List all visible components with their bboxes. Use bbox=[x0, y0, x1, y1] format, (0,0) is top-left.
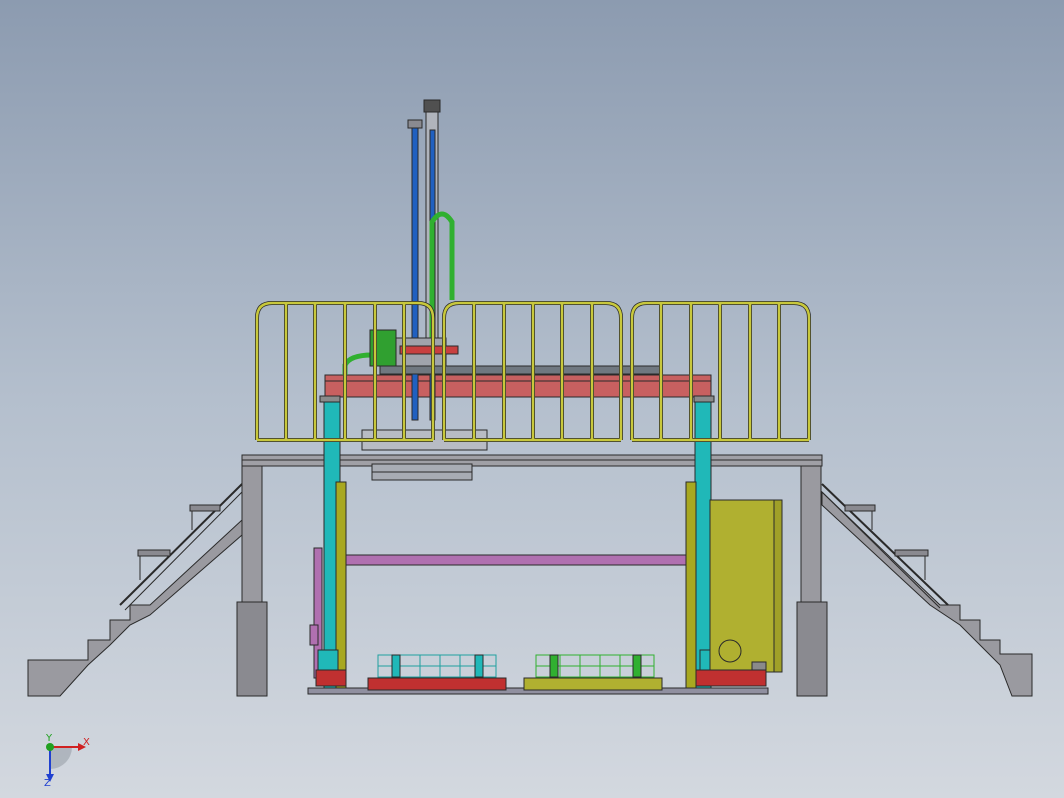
right-staircase bbox=[821, 483, 1033, 697]
machine-assembly-drawing: X Y Z bbox=[27, 99, 1033, 789]
cad-viewport[interactable]: X Y Z bbox=[0, 0, 1064, 798]
triad-z-label: Z bbox=[44, 778, 51, 789]
gantry-beam bbox=[319, 374, 715, 403]
triad-x-label: X bbox=[83, 737, 90, 748]
triad-y-label: Y bbox=[45, 733, 53, 744]
fixture-cage-left bbox=[377, 654, 497, 678]
fixture-cage-right bbox=[535, 654, 655, 678]
control-cabinet bbox=[709, 499, 783, 673]
left-staircase bbox=[27, 483, 243, 697]
coordinate-triad: X Y Z bbox=[44, 733, 90, 789]
